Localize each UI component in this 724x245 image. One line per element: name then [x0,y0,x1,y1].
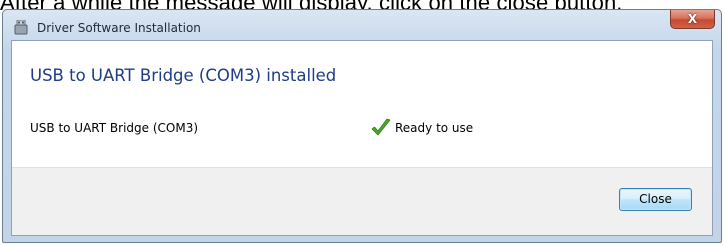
device-name: USB to UART Bridge (COM3) [30,121,199,135]
status-text: Ready to use [395,121,474,135]
usb-device-icon [14,20,28,35]
green-checkmark-icon [371,118,391,136]
window-title: Driver Software Installation [37,21,201,35]
dialog-content: USB to UART Bridge (COM3) installed USB … [11,40,713,236]
driver-install-dialog: Driver Software Installation X USB to UA… [2,9,722,243]
window-close-button[interactable]: X [670,10,715,29]
title-bar[interactable]: Driver Software Installation X [3,10,721,40]
close-icon: X [687,12,698,26]
install-heading: USB to UART Bridge (COM3) installed [30,66,337,85]
close-button[interactable]: Close [619,188,692,211]
dialog-footer: Close [12,167,712,235]
